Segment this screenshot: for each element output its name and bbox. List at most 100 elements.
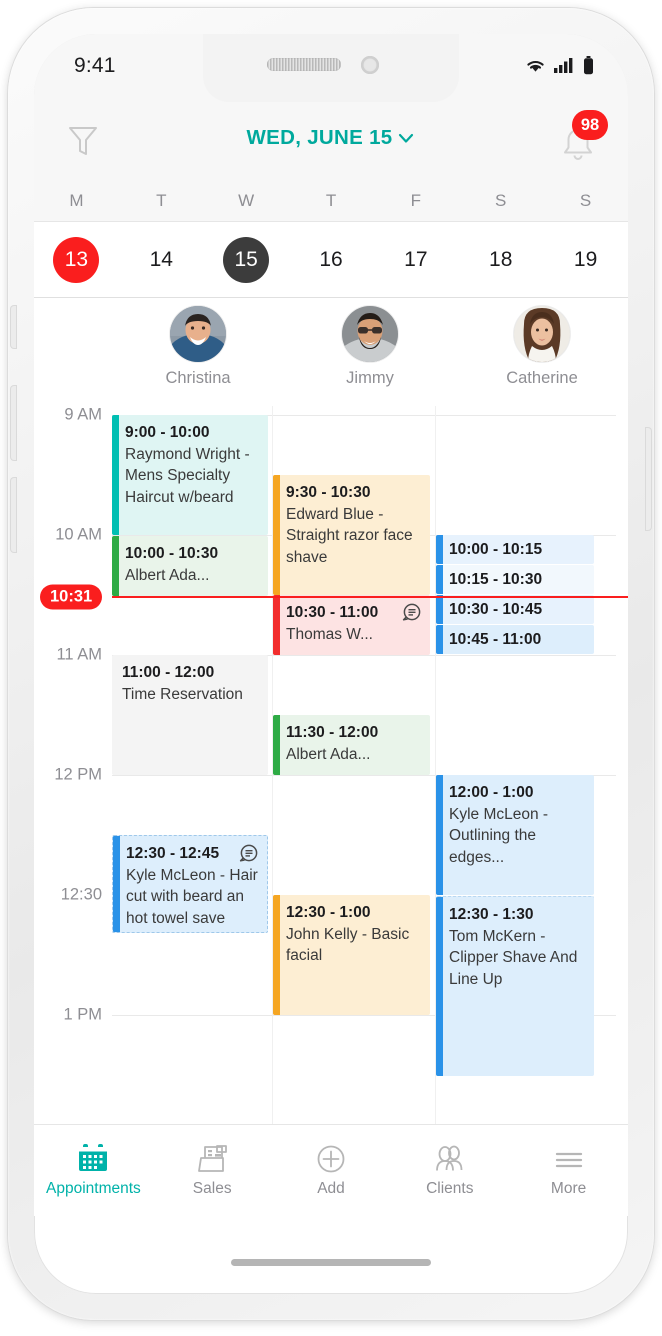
appointment-block[interactable]: 12:00 - 1:00 Kyle McLeon - Outlining the…	[436, 775, 594, 895]
appointment-block[interactable]: 10:30 - 10:45	[436, 595, 594, 624]
notification-badge: 98	[572, 110, 608, 140]
appointment-color-bar	[273, 895, 280, 1015]
appointment-block[interactable]: 9:00 - 10:00 Raymond Wright - Mens Speci…	[112, 415, 268, 535]
date-cell-16[interactable]: 16	[289, 222, 374, 297]
date-cell-17[interactable]: 17	[373, 222, 458, 297]
appointment-time: 9:00 - 10:00	[125, 424, 210, 441]
appointment-color-bar	[436, 535, 443, 564]
mute-switch[interactable]	[11, 306, 16, 348]
time-label: 11 AM	[56, 645, 102, 664]
appointment-title: John Kelly - Basic facial	[286, 925, 410, 965]
weekday-label: S	[495, 191, 507, 210]
current-time-line	[112, 596, 628, 598]
calendar-grid[interactable]: 9 AM 10 AM 11 AM 12 PM 12:30 1 PM 9:00 -…	[34, 406, 628, 1160]
status-time: 9:41	[74, 54, 116, 77]
calendar-icon	[79, 1144, 108, 1171]
staff-column-catherine[interactable]: Catherine	[456, 298, 628, 406]
tab-appointments[interactable]: Appointments	[34, 1143, 153, 1198]
date-picker-button[interactable]: WED, JUNE 15	[34, 126, 628, 150]
appointment-block[interactable]: 11:00 - 12:00 Time Reservation	[112, 655, 268, 775]
current-time-label: 10:31	[40, 584, 103, 610]
weekday-label: F	[410, 191, 422, 210]
time-label: 9 AM	[64, 406, 102, 424]
time-label: 12 PM	[54, 765, 102, 784]
appointment-block[interactable]: 10:15 - 10:30	[436, 565, 594, 594]
date-number: 17	[404, 247, 428, 271]
weekday-label: W	[238, 191, 255, 210]
appointment-block[interactable]: 10:45 - 11:00	[436, 625, 594, 654]
date-cell-15[interactable]: 15	[204, 222, 289, 297]
date-number: 16	[319, 247, 343, 271]
appointment-title: Albert Ada...	[125, 566, 210, 584]
volume-up-button[interactable]	[11, 386, 16, 460]
appointment-block[interactable]: 11:30 - 12:00 Albert Ada...	[273, 715, 430, 775]
appointment-color-bar	[273, 475, 280, 595]
appointment-color-bar	[436, 565, 443, 594]
staff-column-jimmy[interactable]: Jimmy	[284, 298, 456, 406]
avatar	[514, 306, 570, 362]
notifications-button[interactable]: 98	[552, 110, 608, 170]
tab-label: Sales	[192, 1180, 232, 1197]
appointment-block[interactable]: 12:30 - 1:30 Tom McKern - Clipper Shave …	[436, 896, 594, 1076]
appointment-title: Albert Ada...	[286, 745, 371, 763]
date-cell-19[interactable]: 19	[543, 222, 628, 297]
tab-sales[interactable]: Sales	[153, 1143, 272, 1198]
weekday-header: M T W T F S S	[34, 180, 628, 222]
time-label: 12:30	[60, 885, 102, 904]
wifi-icon	[527, 60, 544, 72]
date-cell-18[interactable]: 18	[458, 222, 543, 297]
staff-gutter	[34, 298, 112, 406]
home-indicator[interactable]	[231, 1259, 431, 1266]
note-icon	[239, 844, 258, 862]
weekday-label: M	[69, 191, 84, 210]
appointment-title: Time Reservation	[122, 685, 243, 703]
appointment-time: 11:30 - 12:00	[286, 724, 379, 741]
device-notch	[203, 34, 459, 102]
appointment-color-bar	[436, 775, 443, 895]
appointment-block[interactable]: 10:00 - 10:15	[436, 535, 594, 564]
weekday-label: T	[325, 191, 337, 210]
power-button[interactable]	[646, 428, 651, 530]
date-cell-14[interactable]: 14	[119, 222, 204, 297]
appointment-block[interactable]: 10:30 - 11:00 Thomas W...	[273, 595, 430, 655]
appointment-title: Thomas W...	[286, 625, 373, 643]
appointment-color-bar	[273, 595, 280, 655]
tab-clients[interactable]: Clients	[390, 1143, 509, 1198]
date-number: 14	[149, 247, 173, 271]
appointment-color-bar	[436, 625, 443, 654]
tab-add[interactable]: Add	[272, 1143, 391, 1198]
appointment-title: Tom McKern - Clipper Shave And Line Up	[449, 927, 578, 988]
appointment-time: 11:00 - 12:00	[122, 664, 215, 681]
avatar	[170, 306, 226, 362]
appointment-block[interactable]: 9:30 - 10:30 Edward Blue - Straight razo…	[273, 475, 430, 595]
date-cell-13[interactable]: 13	[34, 222, 119, 297]
phone-screen: 9:41 WED, JUNE 15 98 M T W T F S S 13 14…	[34, 34, 628, 1294]
appointment-block[interactable]: 12:30 - 1:00 John Kelly - Basic facial	[273, 895, 430, 1015]
appointment-time: 10:30 - 10:45	[449, 601, 543, 618]
appointment-color-bar	[436, 897, 443, 1076]
staff-column-christina[interactable]: Christina	[112, 298, 284, 406]
date-strip: 13 14 15 16 17 18 19	[34, 222, 628, 298]
weekday-label: T	[156, 191, 167, 210]
appointment-block[interactable]: 10:00 - 10:30 Albert Ada...	[112, 536, 268, 596]
avatar	[342, 306, 398, 362]
staff-row: Christina Jimmy Catherine	[34, 298, 628, 406]
earpiece-speaker	[267, 58, 341, 71]
status-indicators	[524, 56, 594, 75]
weekday-label: S	[579, 191, 592, 210]
appointment-color-bar	[112, 415, 119, 535]
chevron-down-icon	[398, 133, 413, 143]
tab-label: Clients	[426, 1180, 474, 1197]
staff-name: Catherine	[506, 369, 578, 387]
bottom-tab-bar: Appointments Sales Add Clients More	[34, 1124, 628, 1216]
volume-down-button[interactable]	[11, 478, 16, 552]
tab-more[interactable]: More	[509, 1143, 628, 1198]
appointment-block[interactable]: 12:30 - 12:45 Kyle McLeon - Hair cut wit…	[112, 835, 268, 933]
appointment-time: 10:00 - 10:30	[125, 545, 219, 562]
date-number: 19	[573, 247, 598, 271]
date-number: 15	[223, 236, 270, 283]
appointment-time: 10:15 - 10:30	[449, 571, 543, 588]
appointment-color-bar	[273, 715, 280, 775]
appointment-title: Kyle McLeon - Hair cut with beard an hot…	[126, 866, 258, 927]
front-camera	[361, 56, 379, 74]
